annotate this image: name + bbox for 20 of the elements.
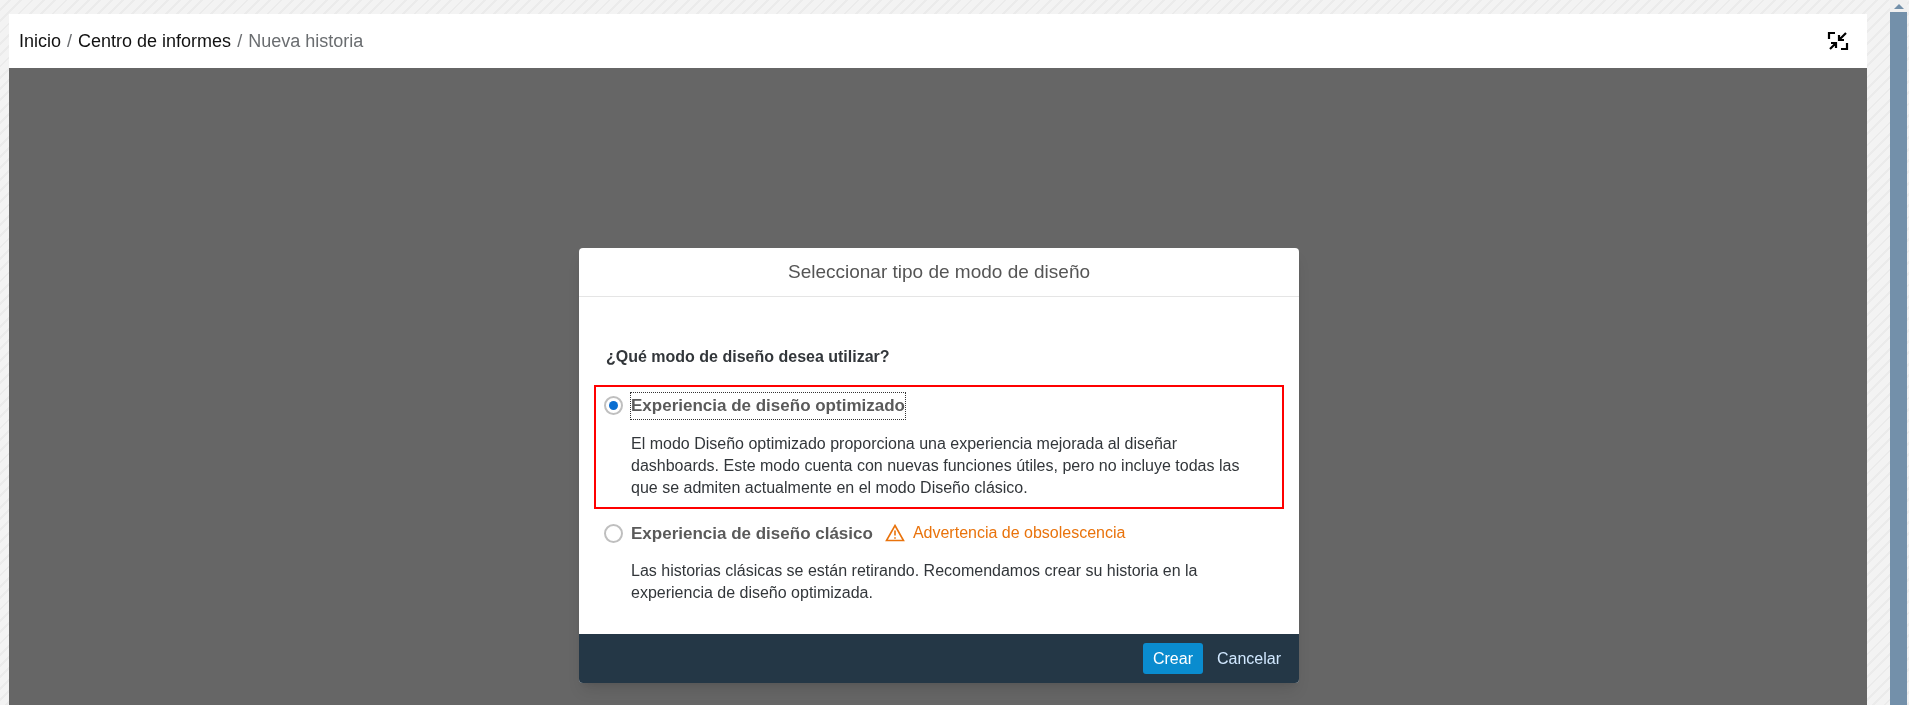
collapse-icon[interactable]: [1827, 30, 1849, 52]
breadcrumb-link[interactable]: Centro de informes: [78, 27, 232, 55]
create-button[interactable]: Crear: [1142, 643, 1203, 674]
option-description: Las historias clásicas se están retirando. Recomendamos crear su historia en la experiencia de diseño optimizada.: [630, 561, 1199, 603]
warning-text: Advertencia de obsolescencia: [912, 523, 1126, 544]
breadcrumb-separator: /: [66, 29, 74, 53]
scrollbar-thumb[interactable]: [1890, 12, 1907, 705]
option-label[interactable]: Experiencia de diseño clásico: [631, 520, 873, 546]
option-label[interactable]: Experiencia de diseño optimizado: [631, 393, 905, 419]
cancel-button[interactable]: Cancelar: [1208, 643, 1289, 674]
option-description: El modo Diseño optimizado proporciona una experiencia mejorada al diseñar dashboards. Este modo cuenta con nuevas funciones útiles, pero no incluye todas las que se admiten actualmente en el modo Diseño clásico.: [630, 433, 1241, 498]
breadcrumb-separator: /: [236, 29, 244, 53]
warning-icon: [884, 524, 905, 543]
scroll-up-icon[interactable]: [1892, 2, 1905, 10]
dialog-title: Seleccionar tipo de modo de diseño: [579, 248, 1299, 297]
radio-button[interactable]: [604, 396, 623, 416]
breadcrumb-current: Nueva historia: [248, 29, 364, 53]
question-label: ¿Qué modo de diseño desea utilizar?: [605, 347, 891, 367]
breadcrumb-link[interactable]: Inicio: [19, 27, 62, 55]
radio-button[interactable]: [604, 523, 623, 543]
